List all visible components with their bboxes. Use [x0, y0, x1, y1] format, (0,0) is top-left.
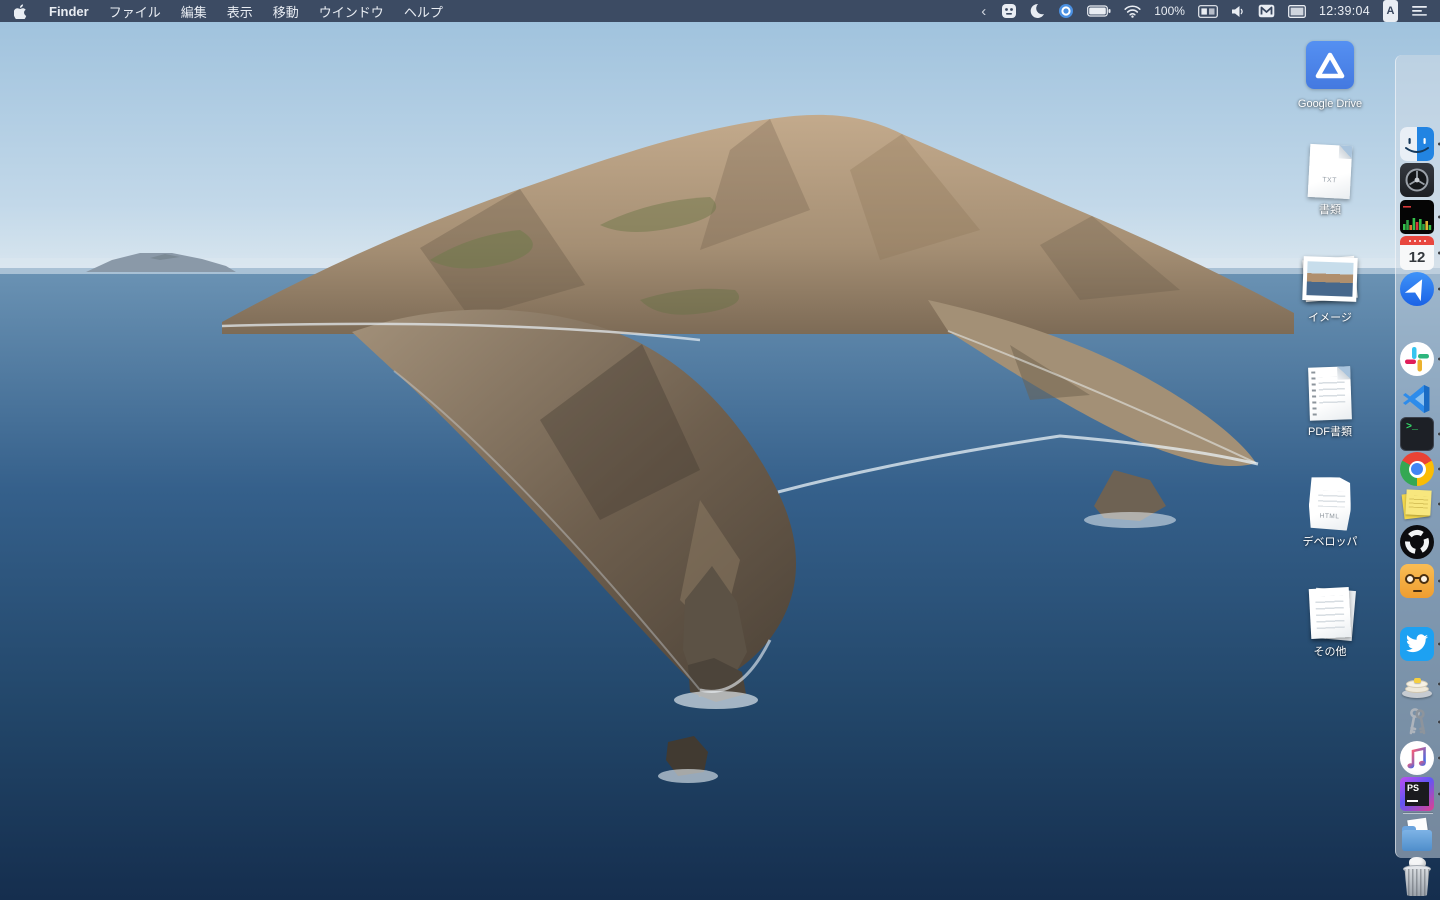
file-type-badge: TXT [1321, 176, 1338, 184]
trash-full-icon [1400, 857, 1434, 897]
menu-bar-left: Finder ファイル 編集 表示 移動 ウインドウ ヘルプ [0, 0, 453, 22]
menu-window[interactable]: ウインドウ [309, 0, 394, 22]
blue-circle-app-icon[interactable] [1058, 0, 1074, 22]
dock-item-trash[interactable] [1400, 857, 1434, 897]
keys-icon [1409, 708, 1426, 735]
phpstorm-label: PS [1407, 783, 1420, 793]
dock-item-audio-spectrum[interactable] [1400, 200, 1440, 234]
pdf-document-icon [1308, 365, 1352, 421]
dock-item-keychain[interactable] [1400, 705, 1440, 739]
desktop-icon-label: デベロッパ [1302, 536, 1358, 548]
document-stack-icon [1308, 586, 1352, 640]
dock-item-finder[interactable] [1400, 127, 1440, 161]
calendar-day: 12 [1408, 249, 1426, 266]
file-type-badge: HTML [1319, 512, 1340, 520]
pancake-icon [1400, 667, 1434, 701]
battery-icon[interactable] [1087, 0, 1111, 22]
terminal-prompt: >_ [1406, 422, 1419, 433]
chrome-icon [1400, 452, 1434, 486]
maps-icon [1400, 272, 1434, 306]
display-icon[interactable] [1287, 0, 1306, 22]
dock-item-chrome[interactable] [1400, 452, 1440, 486]
input-source-badge[interactable]: A [1383, 0, 1398, 22]
desktop-icon-label: その他 [1313, 646, 1347, 658]
dock-item-terminal[interactable]: >_ [1400, 417, 1440, 451]
volume-icon[interactable] [1231, 0, 1245, 22]
finder-icon [1400, 127, 1434, 161]
desktop-icon-google-drive[interactable]: Google Drive [1282, 36, 1378, 110]
desktop-icon-label: 書類 [1319, 204, 1341, 216]
keyboard-app-icon[interactable] [1258, 0, 1275, 22]
dock-item-nerd-face-app[interactable] [1400, 564, 1440, 598]
audio-spectrum-icon [1400, 200, 1434, 234]
phpstorm-icon: PS [1400, 777, 1434, 811]
desktop-icon-label: イメージ [1308, 312, 1352, 324]
dock-item-stickies[interactable] [1400, 487, 1440, 521]
stickies-icon [1400, 487, 1434, 521]
terminal-icon: >_ [1400, 417, 1434, 451]
dock-item-phpstorm[interactable]: PS [1400, 777, 1440, 811]
menu-view[interactable]: 表示 [217, 0, 263, 22]
image-stack-icon [1302, 256, 1358, 302]
dock-item-music[interactable] [1400, 741, 1440, 775]
obs-icon [1400, 525, 1434, 559]
desktop-icon-images[interactable]: イメージ [1282, 250, 1378, 324]
dock-item-downloads-folder[interactable] [1400, 817, 1434, 853]
menubar-collapse-chevron[interactable]: ‹ [979, 0, 988, 22]
desktop-icon-developer[interactable]: HTML デベロッパ [1282, 474, 1378, 548]
dock-item-twitter[interactable] [1400, 627, 1440, 661]
menu-bar: Finder ファイル 編集 表示 移動 ウインドウ ヘルプ ‹ 100% 12… [0, 0, 1440, 22]
desktop-icon-other[interactable]: その他 [1282, 584, 1378, 658]
desktop-icon-label: PDF書類 [1308, 426, 1352, 438]
wifi-icon[interactable] [1124, 0, 1141, 22]
dock-item-maps[interactable] [1400, 272, 1440, 306]
twitter-bird-icon [1400, 627, 1434, 661]
slack-icon [1400, 342, 1434, 376]
dock-item-pancake-app[interactable] [1400, 667, 1440, 701]
html-document-icon: HTML [1308, 476, 1352, 530]
dock-item-calendar[interactable]: 12 [1400, 236, 1440, 270]
google-drive-icon [1306, 41, 1354, 89]
desktop-wallpaper[interactable] [0, 0, 1440, 900]
notification-list-icon[interactable] [1411, 0, 1428, 22]
crescent-app-icon[interactable] [1030, 0, 1045, 22]
apple-menu[interactable] [0, 0, 39, 22]
dock: 12 >_ PS [1395, 55, 1440, 896]
lens-utility-icon [1400, 163, 1434, 197]
dock-item-vscode[interactable] [1400, 382, 1434, 416]
calendar-icon: 12 [1400, 236, 1434, 270]
desktop-icon-label: Google Drive [1297, 98, 1363, 110]
battery-percentage[interactable]: 100% [1154, 0, 1185, 22]
nerd-face-icon [1400, 564, 1434, 598]
menu-go[interactable]: 移動 [263, 0, 309, 22]
dock-item-slack[interactable] [1400, 342, 1440, 376]
dock-item-lens-utility[interactable] [1400, 163, 1434, 197]
folder-with-document-icon [1400, 817, 1434, 853]
menu-file[interactable]: ファイル [99, 0, 171, 22]
music-note-icon [1400, 741, 1434, 775]
apple-logo-icon [14, 3, 27, 19]
desktop-icon-pdf-documents[interactable]: PDF書類 [1282, 364, 1378, 438]
menu-bar-status: ‹ 100% 12:39:04 A [979, 0, 1440, 22]
dock-divider [1403, 812, 1433, 813]
text-document-icon: TXT [1307, 143, 1353, 199]
smiley-app-icon[interactable] [1001, 0, 1017, 22]
vscode-icon [1403, 385, 1430, 413]
stats-badge-icon[interactable] [1198, 0, 1218, 22]
menubar-clock[interactable]: 12:39:04 [1319, 0, 1370, 22]
desktop-icon-documents[interactable]: TXT 書類 [1282, 142, 1378, 216]
menu-edit[interactable]: 編集 [171, 0, 217, 22]
menu-app-name[interactable]: Finder [39, 0, 99, 22]
dock-item-obs[interactable] [1400, 525, 1434, 559]
menu-help[interactable]: ヘルプ [394, 0, 453, 22]
